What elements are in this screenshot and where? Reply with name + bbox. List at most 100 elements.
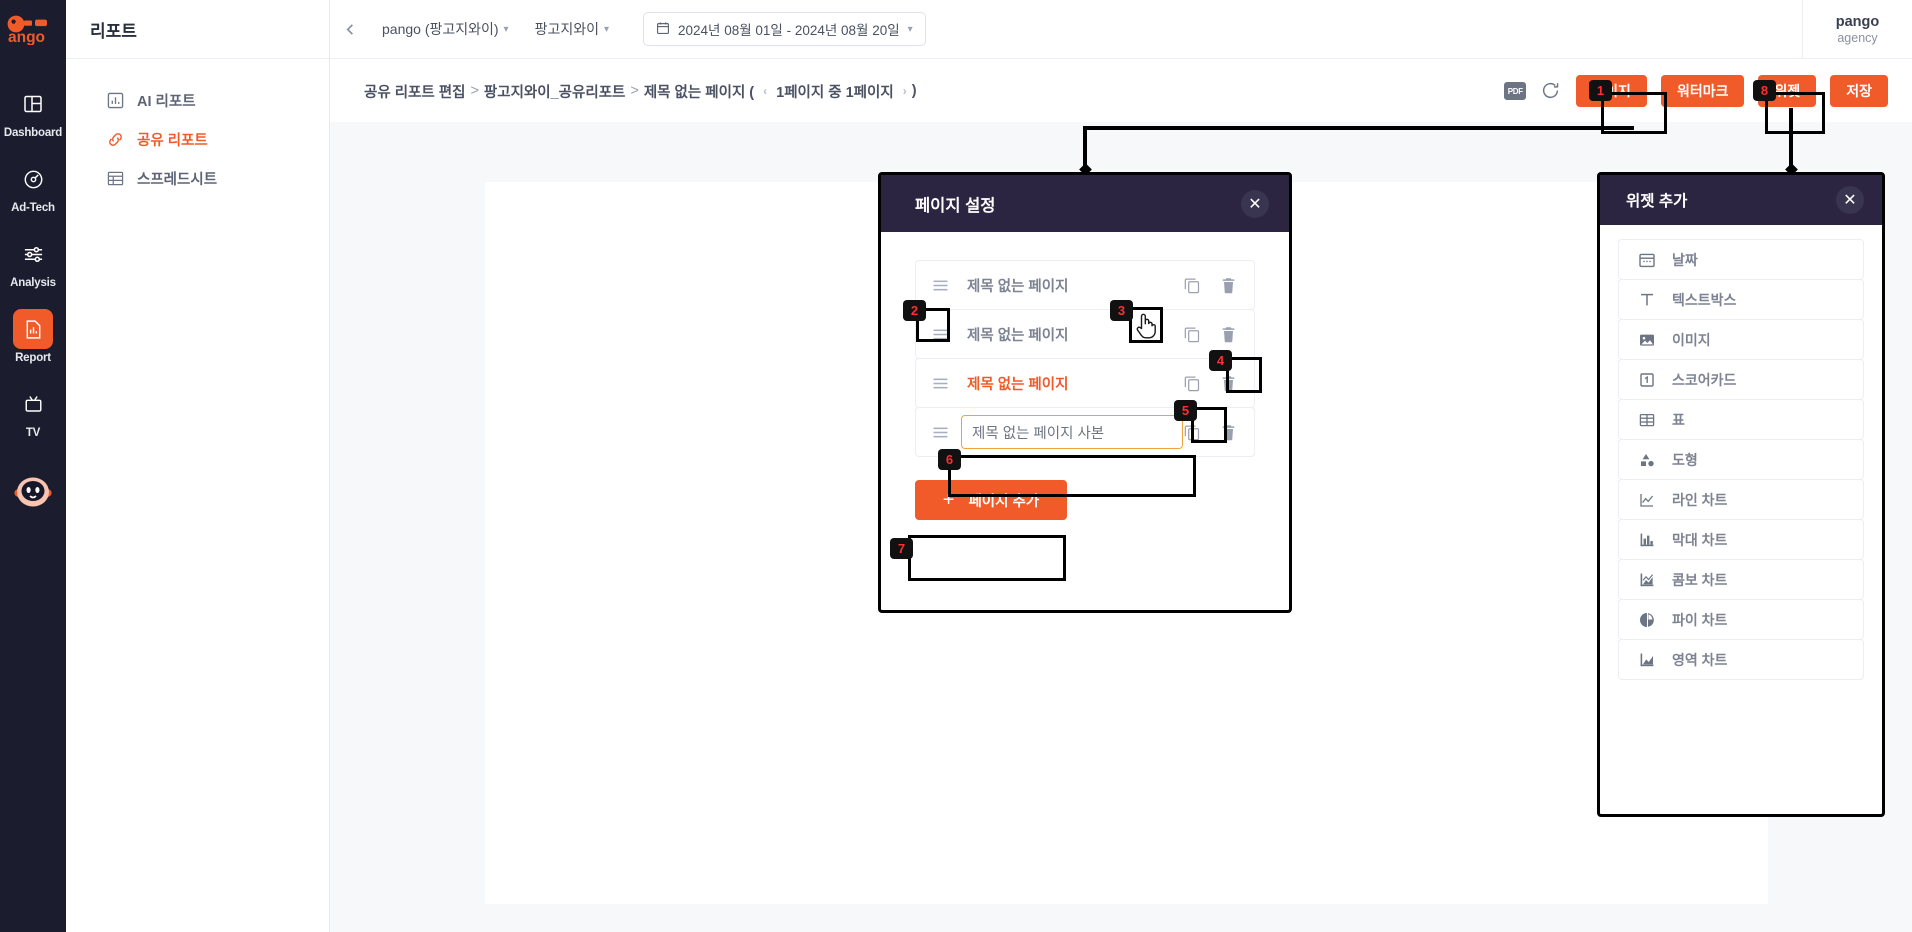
- table-row[interactable]: 제목 없는 페이지: [915, 309, 1255, 359]
- drag-handle-icon[interactable]: [932, 279, 949, 292]
- rail-label: Dashboard: [3, 127, 63, 139]
- drag-handle-icon[interactable]: [932, 328, 949, 341]
- pager-next-button[interactable]: ›: [903, 84, 907, 98]
- widget-item-line-chart[interactable]: 라인 차트: [1618, 479, 1864, 520]
- rail-item-adtech[interactable]: Ad-Tech: [0, 159, 66, 214]
- widget-item-table[interactable]: 표: [1618, 399, 1864, 440]
- step-badge-5: 5: [1174, 400, 1197, 421]
- refresh-icon[interactable]: [1540, 80, 1562, 102]
- step-badge-2: 2: [903, 300, 926, 321]
- page-name-label: 제목 없는 페이지: [967, 376, 1069, 393]
- widget-item-image[interactable]: 이미지: [1618, 319, 1864, 360]
- media-selector-label: 팡고지와이: [534, 21, 599, 37]
- sidebar-list: AI 리포트 공유 리포트 스프레드시트: [66, 59, 329, 198]
- page-pager: ‹ 1페이지 중 1페이지 ›: [763, 81, 907, 102]
- page-settings-title: 페이지 설정: [915, 196, 996, 215]
- page-settings-modal: 페이지 설정 ✕ 제목 없는 페이지 제목 없는 페이지 제목 없는 페이지 제…: [878, 172, 1292, 613]
- scorecard-icon: [1637, 370, 1656, 389]
- combo-chart-icon: [1637, 570, 1656, 589]
- page-name-input[interactable]: [961, 415, 1183, 449]
- drag-handle-icon[interactable]: [932, 426, 949, 439]
- bar-chart-icon: [1637, 530, 1656, 549]
- widget-item-label: 라인 차트: [1672, 491, 1728, 508]
- app-root: ango Dashboard Ad-Tech Analysis Report T…: [0, 0, 1912, 932]
- trash-icon[interactable]: [1220, 276, 1237, 294]
- widget-item-area-chart[interactable]: 영역 차트: [1618, 639, 1864, 680]
- drag-handle-icon[interactable]: [932, 377, 949, 390]
- date-range-picker[interactable]: 2024년 08월 01일 - 2024년 08월 20일 ▾: [643, 12, 926, 46]
- widget-item-label: 영역 차트: [1672, 651, 1728, 668]
- sidebar-item-ai-report[interactable]: AI 리포트: [66, 81, 329, 120]
- report-action-bar: 공유 리포트 편집 > 팡고지와이_공유리포트 > 제목 없는 페이지 ( ‹ …: [330, 60, 1912, 122]
- trash-icon[interactable]: [1220, 423, 1237, 441]
- widget-item-pie-chart[interactable]: 파이 차트: [1618, 599, 1864, 640]
- collapse-sidebar-button[interactable]: [330, 0, 370, 59]
- widget-item-label: 스코어카드: [1672, 371, 1737, 388]
- widget-item-label: 텍스트박스: [1672, 291, 1737, 308]
- sidebar-item-shared-report[interactable]: 공유 리포트: [66, 120, 329, 159]
- widget-item-scorecard[interactable]: 스코어카드: [1618, 359, 1864, 400]
- add-widget-title: 위젯 추가: [1626, 193, 1688, 210]
- trash-icon[interactable]: [1220, 374, 1237, 392]
- copy-icon[interactable]: [1183, 374, 1200, 392]
- link-icon: [106, 130, 125, 149]
- rail-label: Analysis: [10, 277, 56, 289]
- copy-icon[interactable]: [1183, 423, 1200, 441]
- hand-cursor-icon: [1131, 310, 1160, 345]
- table-row[interactable]: 제목 없는 페이지: [915, 358, 1255, 408]
- sidebar-item-label: 공유 리포트: [137, 133, 208, 149]
- rail-label: TV: [25, 427, 41, 439]
- trash-icon[interactable]: [1220, 325, 1237, 343]
- copy-icon[interactable]: [1183, 325, 1200, 343]
- user-role: agency: [1837, 31, 1878, 45]
- widget-item-combo-chart[interactable]: 콤보 차트: [1618, 559, 1864, 600]
- page-settings-header: 페이지 설정 ✕: [881, 175, 1289, 232]
- action-buttons: PDF 페이지 워터마크 위젯 저장: [1504, 75, 1888, 107]
- sidebar-title: 리포트: [66, 0, 329, 59]
- rail-label: Report: [15, 352, 51, 364]
- save-button[interactable]: 저장: [1830, 75, 1888, 107]
- breadcrumb: 공유 리포트 편집 > 팡고지와이_공유리포트 > 제목 없는 페이지 ( ‹ …: [364, 81, 917, 102]
- widget-item-label: 날짜: [1672, 251, 1698, 268]
- watermark-button[interactable]: 워터마크: [1660, 75, 1745, 107]
- step-badge-8: 8: [1753, 80, 1776, 101]
- media-selector[interactable]: 팡고지와이 ▾: [535, 19, 609, 39]
- pango-logo[interactable]: ango: [4, 14, 62, 46]
- pdf-export-icon[interactable]: PDF: [1504, 82, 1527, 100]
- report-sidebar: 리포트 AI 리포트 공유 리포트 스프레드시트: [66, 0, 330, 932]
- bar-chart-icon: [106, 91, 125, 110]
- widget-item-shapes[interactable]: 도형: [1618, 439, 1864, 480]
- row-actions: [1183, 276, 1241, 294]
- rail-item-tv[interactable]: TV: [0, 384, 66, 439]
- rail-item-dashboard[interactable]: Dashboard: [0, 84, 66, 139]
- add-widget-header: 위젯 추가 ✕: [1600, 175, 1882, 225]
- account-selector[interactable]: pango (팡고지와이) ▾: [382, 19, 509, 39]
- widget-item-label: 표: [1672, 411, 1685, 428]
- step-badge-3: 3: [1110, 300, 1133, 321]
- widget-item-bar-chart[interactable]: 막대 차트: [1618, 519, 1864, 560]
- copy-icon[interactable]: [1183, 276, 1200, 294]
- pango-mascot-icon[interactable]: [11, 469, 55, 513]
- close-icon[interactable]: ✕: [1836, 186, 1864, 214]
- table-row[interactable]: 제목 없는 페이지: [915, 260, 1255, 310]
- add-page-button[interactable]: + 페이지 추가: [915, 480, 1067, 520]
- add-page-label: 페이지 추가: [968, 493, 1040, 510]
- pager-status: 1페이지 중 1페이지: [776, 84, 894, 101]
- widget-item-textbox[interactable]: 텍스트박스: [1618, 279, 1864, 320]
- pager-prev-button[interactable]: ‹: [763, 84, 767, 98]
- sidebar-item-label: AI 리포트: [137, 94, 196, 110]
- calendar-icon: [1637, 250, 1656, 269]
- date-range-label: 2024년 08월 01일 - 2024년 08월 20일: [678, 23, 900, 38]
- user-account-menu[interactable]: pango agency: [1802, 0, 1912, 59]
- widget-item-date[interactable]: 날짜: [1618, 239, 1864, 280]
- table-row[interactable]: [915, 407, 1255, 457]
- rail-item-analysis[interactable]: Analysis: [0, 234, 66, 289]
- sidebar-item-spreadsheet[interactable]: 스프레드시트: [66, 159, 329, 198]
- step-badge-6: 6: [938, 449, 961, 470]
- rail-item-report[interactable]: Report: [0, 309, 66, 364]
- close-icon[interactable]: ✕: [1241, 189, 1269, 218]
- chevron-down-icon: ▾: [503, 23, 509, 35]
- rail-label: Ad-Tech: [11, 202, 55, 214]
- line-chart-icon: [1637, 490, 1656, 509]
- widget-item-label: 파이 차트: [1672, 611, 1728, 628]
